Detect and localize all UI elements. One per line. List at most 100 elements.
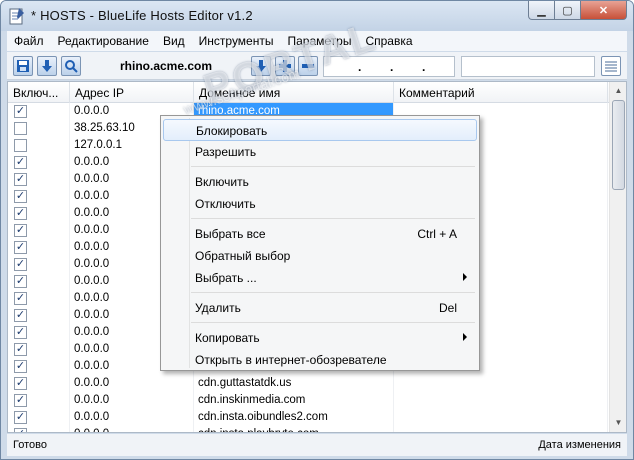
save-button[interactable] <box>13 56 33 76</box>
ctx-invert-label: Обратный выбор <box>195 249 291 263</box>
enabled-checkbox[interactable]: ✓ <box>14 309 27 322</box>
enabled-checkbox[interactable]: ✓ <box>14 343 27 356</box>
list-view-button[interactable] <box>601 56 621 76</box>
column-comment[interactable]: Комментарий <box>394 82 608 103</box>
minimize-button[interactable]: ▁ <box>528 1 555 20</box>
maximize-icon: ▢ <box>562 4 573 17</box>
enabled-checkbox[interactable]: ✓ <box>14 292 27 305</box>
ctx-allow-label: Разрешить <box>195 145 257 159</box>
cell-comment <box>394 375 608 392</box>
menu-bar: Файл Редактирование Вид Инструменты Пара… <box>7 31 627 51</box>
scroll-thumb[interactable] <box>612 100 625 190</box>
host-field[interactable]: rhino.acme.com <box>87 56 245 77</box>
enabled-checkbox[interactable]: ✓ <box>14 190 27 203</box>
ip-separator: . <box>390 60 394 74</box>
maximize-button[interactable]: ▢ <box>555 1 581 20</box>
enabled-checkbox[interactable]: ✓ <box>14 156 27 169</box>
menu-view[interactable]: Вид <box>156 34 192 48</box>
enabled-checkbox[interactable]: ✓ <box>14 275 27 288</box>
arrow-down-icon <box>42 60 52 72</box>
window-controls: ▁ ▢ ✕ <box>528 1 627 21</box>
ctx-select-all-label: Выбрать все <box>195 227 266 241</box>
scroll-up-icon[interactable]: ▲ <box>612 84 625 98</box>
title-bar[interactable]: * HOSTS - BlueLife Hosts Editor v1.2 ▁ ▢… <box>1 1 633 31</box>
enabled-checkbox[interactable]: ✓ <box>14 207 27 220</box>
ctx-delete-shortcut: Del <box>438 301 457 315</box>
scroll-down-icon[interactable]: ▼ <box>612 416 625 430</box>
table-row[interactable]: ✓ 0.0.0.0 cdn.guttastatdk.us <box>8 375 626 392</box>
ctx-disable[interactable]: Отключить <box>163 193 477 215</box>
table-row[interactable]: ✓ 0.0.0.0 cdn.insta.oibundles2.com <box>8 409 626 426</box>
enabled-checkbox[interactable]: ✓ <box>14 173 27 186</box>
cell-enabled: ✓ <box>8 324 70 341</box>
ctx-select-submenu[interactable]: Выбрать ... <box>163 267 477 289</box>
menu-file[interactable]: Файл <box>7 34 51 48</box>
ctx-copy-label: Копировать <box>195 331 260 345</box>
cell-enabled: ✓ <box>8 188 70 205</box>
enabled-checkbox[interactable]: ✓ <box>14 224 27 237</box>
menu-edit[interactable]: Редактирование <box>51 34 156 48</box>
cell-enabled: ✓ <box>8 171 70 188</box>
column-enabled[interactable]: Включ... <box>8 82 70 103</box>
enabled-checkbox[interactable]: ✓ <box>14 241 27 254</box>
ctx-allow[interactable]: Разрешить <box>163 141 477 163</box>
enabled-checkbox[interactable]: ✓ <box>14 411 27 424</box>
search-button[interactable] <box>61 56 81 76</box>
add-entry-button[interactable] <box>275 56 295 76</box>
cell-comment <box>394 426 608 432</box>
ctx-copy-submenu[interactable]: Копировать <box>163 327 477 349</box>
plus-icon <box>279 60 291 72</box>
context-menu: Блокировать Разрешить Включить Отключить… <box>160 115 480 371</box>
cell-enabled: ✓ <box>8 341 70 358</box>
list-header: Включ... Адрес IP Доменное имя Комментар… <box>8 82 626 103</box>
enabled-checkbox[interactable]: ✓ <box>14 394 27 407</box>
submenu-arrow-icon <box>463 333 467 341</box>
move-down-button[interactable] <box>251 56 271 76</box>
enabled-checkbox[interactable]: ✓ <box>14 377 27 390</box>
enabled-checkbox[interactable]: ✓ <box>14 105 27 118</box>
ip-separator: . <box>422 60 426 74</box>
enabled-checkbox[interactable]: ✓ <box>14 360 27 373</box>
column-ip[interactable]: Адрес IP <box>70 82 194 103</box>
ctx-invert-selection[interactable]: Обратный выбор <box>163 245 477 267</box>
close-icon: ✕ <box>598 4 609 17</box>
enabled-checkbox[interactable]: ✓ <box>14 326 27 339</box>
ctx-enable[interactable]: Включить <box>163 171 477 193</box>
cell-comment <box>394 409 608 426</box>
cell-ip: 0.0.0.0 <box>70 426 194 432</box>
menu-tools[interactable]: Инструменты <box>192 34 281 48</box>
table-row[interactable]: ✓ 0.0.0.0cdn.insta.playbryte.com <box>8 426 626 432</box>
minus-icon <box>302 64 314 68</box>
comment-input[interactable] <box>461 56 595 77</box>
enabled-checkbox[interactable]: ✓ <box>14 428 27 432</box>
ctx-select-all[interactable]: Выбрать все Ctrl + A <box>163 223 477 245</box>
import-button[interactable] <box>37 56 57 76</box>
ctx-select-label: Выбрать ... <box>195 271 257 285</box>
enabled-checkbox[interactable]: ✓ <box>14 258 27 271</box>
cell-enabled: ✓ <box>8 205 70 222</box>
close-button[interactable]: ✕ <box>581 1 627 20</box>
ctx-delete[interactable]: Удалить Del <box>163 297 477 319</box>
ctx-separator <box>191 218 475 219</box>
ip-address-input[interactable]: . . . <box>323 56 455 77</box>
ctx-block[interactable]: Блокировать <box>163 119 477 141</box>
cell-enabled: ✓ <box>8 409 70 426</box>
enabled-checkbox[interactable] <box>14 139 27 152</box>
cell-enabled: ✓ <box>8 103 70 120</box>
minimize-icon: ▁ <box>537 4 546 17</box>
cell-enabled <box>8 137 70 154</box>
cell-enabled: ✓ <box>8 239 70 256</box>
cell-domain: cdn.guttastatdk.us <box>194 375 394 392</box>
enabled-checkbox[interactable] <box>14 122 27 135</box>
menu-help[interactable]: Справка <box>358 34 419 48</box>
save-icon <box>17 60 29 72</box>
column-domain[interactable]: Доменное имя <box>194 82 394 103</box>
menu-options[interactable]: Параметры <box>280 34 358 48</box>
ctx-delete-label: Удалить <box>195 301 241 315</box>
search-icon <box>65 60 78 73</box>
arrow-down-icon <box>256 60 266 72</box>
table-row[interactable]: ✓ 0.0.0.0 cdn.inskinmedia.com <box>8 392 626 409</box>
ctx-open-in-browser[interactable]: Открыть в интернет-обозревателе <box>163 349 477 371</box>
remove-entry-button[interactable] <box>298 56 318 76</box>
vertical-scrollbar[interactable]: ▲ ▼ <box>609 82 626 432</box>
